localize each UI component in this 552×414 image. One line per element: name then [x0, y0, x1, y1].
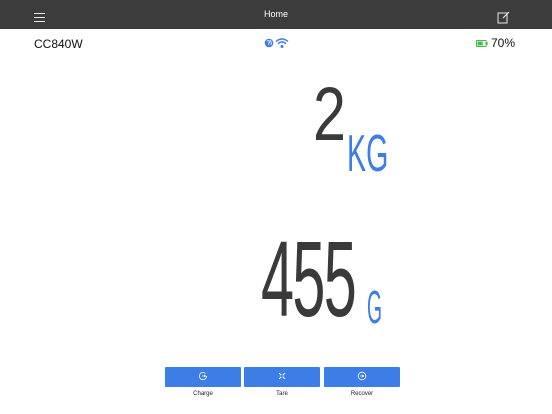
- device-name: CC840W: [34, 37, 83, 51]
- edit-button[interactable]: [497, 11, 510, 24]
- page-title: Home: [263, 9, 288, 19]
- kilogram-digits: 2: [313, 72, 346, 157]
- recover-button[interactable]: [324, 367, 400, 387]
- battery-icon: [476, 39, 488, 47]
- battery-percent: 70%: [491, 36, 516, 50]
- charge-icon: [199, 372, 208, 381]
- edit-icon: [497, 11, 510, 24]
- gram-unit: G: [367, 281, 383, 333]
- kilogram-unit: KG: [347, 125, 389, 183]
- top-bar: Home: [0, 0, 552, 29]
- gram-digits: 455: [261, 218, 357, 339]
- battery-indicator: 70%: [476, 35, 515, 51]
- tare-button[interactable]: [244, 367, 320, 387]
- tare-icon: [278, 372, 286, 380]
- recover-label: Recover: [350, 391, 374, 397]
- tare-label: Tare: [276, 391, 288, 397]
- charge-label: Charge: [193, 391, 213, 397]
- charge-button[interactable]: [165, 367, 241, 387]
- connection-status-icon: [264, 38, 289, 48]
- status-bar: CC840W 70%: [0, 29, 552, 57]
- recover-icon: [357, 371, 367, 381]
